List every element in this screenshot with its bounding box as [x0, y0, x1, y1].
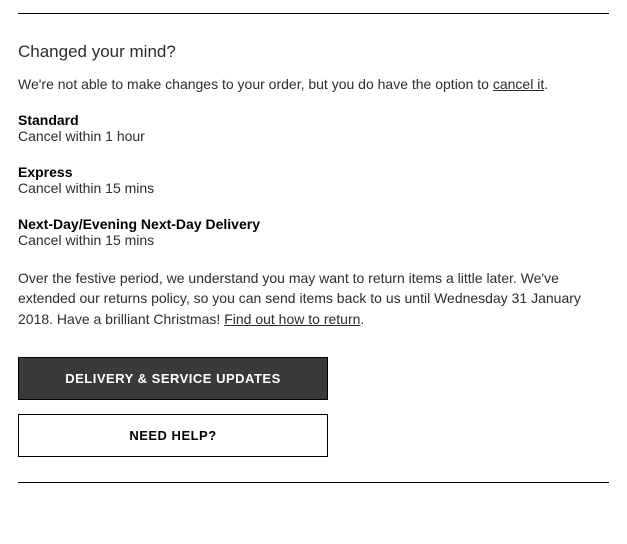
delivery-desc: Cancel within 15 mins: [18, 180, 609, 196]
intro-prefix: We're not able to make changes to your o…: [18, 76, 493, 92]
delivery-desc: Cancel within 15 mins: [18, 232, 609, 248]
delivery-option-express: Express Cancel within 15 mins: [18, 164, 609, 196]
section-heading: Changed your mind?: [18, 42, 609, 62]
cancel-link[interactable]: cancel it: [493, 76, 544, 92]
returns-policy-text: Over the festive period, we understand y…: [18, 268, 609, 329]
delivery-option-nextday: Next-Day/Evening Next-Day Delivery Cance…: [18, 216, 609, 248]
bottom-divider: [18, 482, 609, 483]
delivery-option-standard: Standard Cancel within 1 hour: [18, 112, 609, 144]
returns-link[interactable]: Find out how to return: [224, 311, 360, 327]
delivery-title: Standard: [18, 112, 609, 128]
intro-text: We're not able to make changes to your o…: [18, 76, 609, 92]
delivery-updates-button[interactable]: DELIVERY & SERVICE UPDATES: [18, 357, 328, 400]
returns-suffix: .: [360, 311, 364, 327]
delivery-title: Express: [18, 164, 609, 180]
delivery-desc: Cancel within 1 hour: [18, 128, 609, 144]
top-divider: [18, 13, 609, 14]
delivery-title: Next-Day/Evening Next-Day Delivery: [18, 216, 609, 232]
intro-suffix: .: [544, 76, 548, 92]
need-help-button[interactable]: NEED HELP?: [18, 414, 328, 457]
